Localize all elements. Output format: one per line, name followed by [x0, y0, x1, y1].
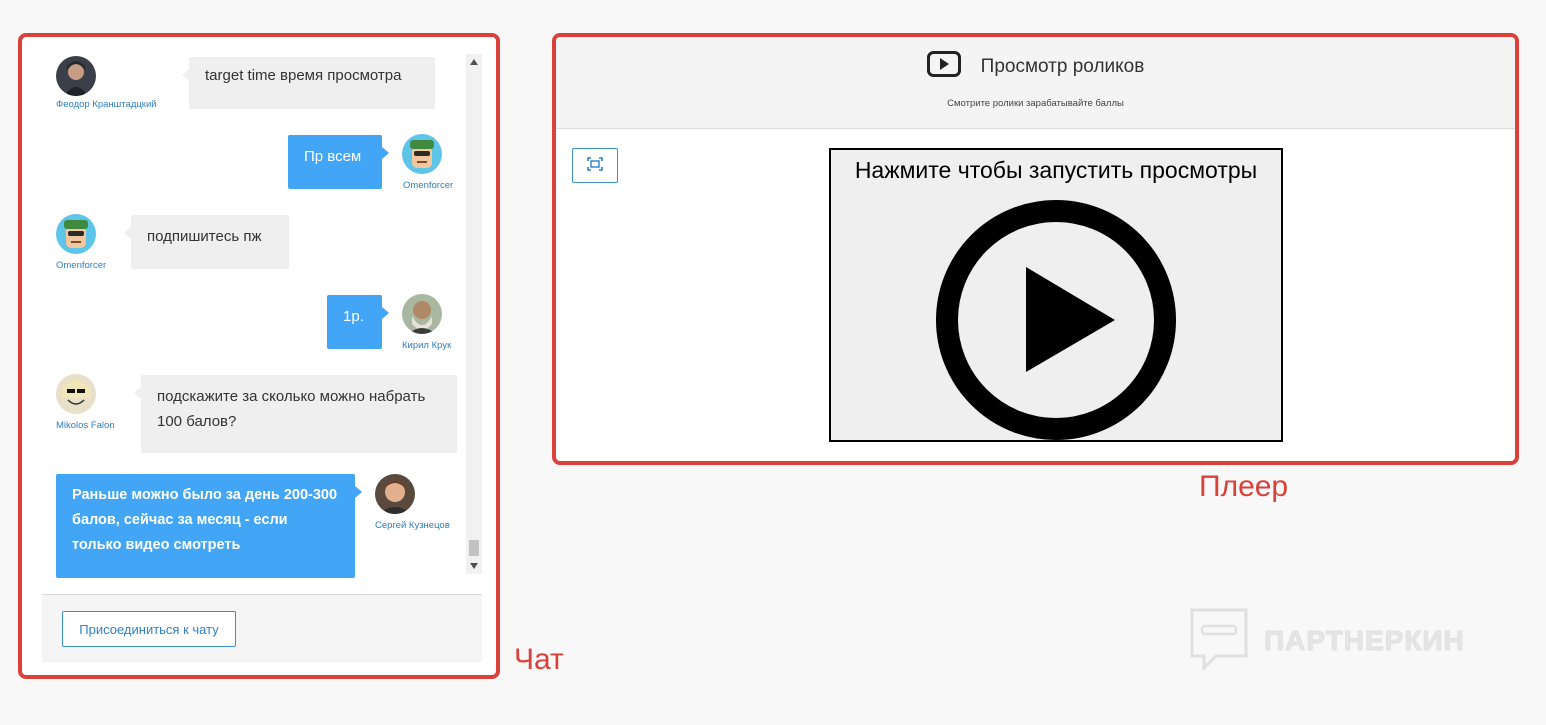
- scroll-down-icon[interactable]: [466, 558, 482, 574]
- avatar[interactable]: [402, 134, 442, 174]
- chat-message-list: Феодор Кранштадцкий target time время пр…: [46, 49, 484, 579]
- chat-bubble: Раньше можно было за день 200-300 балов,…: [56, 474, 362, 578]
- fullscreen-icon: [587, 157, 603, 174]
- scroll-up-icon[interactable]: [466, 54, 482, 70]
- watermark-logo-icon: [1188, 606, 1250, 677]
- player-title: Просмотр роликов: [980, 55, 1145, 77]
- chat-bubble: Пр всем: [288, 135, 389, 189]
- chat-bubble: подпишитесь пж: [124, 215, 289, 269]
- player-panel: Просмотр роликов Смотрите ролики зарабат…: [552, 33, 1519, 465]
- chat-username[interactable]: Феодор Кранштадцкий: [56, 99, 157, 110]
- chat-username[interactable]: Сергей Кузнецов: [375, 520, 450, 531]
- player-header: Просмотр роликов Смотрите ролики зарабат…: [556, 37, 1515, 129]
- chat-panel: Феодор Кранштадцкий target time время пр…: [18, 33, 500, 679]
- avatar[interactable]: [402, 294, 442, 334]
- chat-footer: Присоединиться к чату: [42, 594, 482, 662]
- fullscreen-button[interactable]: [572, 148, 618, 183]
- chat-message: Пр всем Omenforcer: [46, 129, 466, 199]
- chat-caption: Чат: [514, 643, 564, 676]
- big-play-icon[interactable]: [936, 200, 1176, 445]
- avatar[interactable]: [56, 56, 96, 96]
- watermark: ПАРТНЕРКИН: [1188, 606, 1465, 676]
- join-chat-button[interactable]: Присоединиться к чату: [62, 611, 236, 647]
- play-square-icon: [926, 51, 961, 82]
- chat-username[interactable]: Omenforcer: [56, 260, 106, 271]
- scroll-thumb[interactable]: [469, 540, 479, 556]
- chat-bubble: 1р.: [327, 295, 389, 349]
- chat-message: Раньше можно было за день 200-300 балов,…: [46, 469, 466, 579]
- watermark-text: ПАРТНЕРКИН: [1264, 625, 1465, 657]
- player-subtitle: Смотрите ролики зарабатывайте баллы: [947, 98, 1124, 109]
- chat-bubble: target time время просмотра: [182, 57, 435, 109]
- chat-bubble: подскажите за сколько можно набрать 100 …: [134, 375, 457, 453]
- avatar[interactable]: [56, 214, 96, 254]
- avatar[interactable]: [56, 374, 96, 414]
- chat-scrollbar[interactable]: [466, 54, 482, 574]
- page: Феодор Кранштадцкий target time время пр…: [0, 0, 1546, 725]
- chat-username[interactable]: Mikolos Falon: [56, 420, 115, 431]
- chat-message: 1р. Кирил Крук: [46, 289, 466, 359]
- chat-username[interactable]: Omenforcer: [403, 180, 453, 191]
- chat-message: Omenforcer подпишитесь пж: [46, 209, 466, 279]
- video-start-text: Нажмите чтобы запустить просмотры: [854, 157, 1258, 183]
- chat-username[interactable]: Кирил Крук: [402, 340, 451, 351]
- chat-message: Mikolos Falon подскажите за сколько можн…: [46, 369, 466, 459]
- video-start-area[interactable]: Нажмите чтобы запустить просмотры: [829, 148, 1283, 442]
- player-caption: Плеер: [1199, 470, 1289, 503]
- avatar[interactable]: [375, 474, 415, 514]
- chat-message: Феодор Кранштадцкий target time время пр…: [46, 49, 466, 119]
